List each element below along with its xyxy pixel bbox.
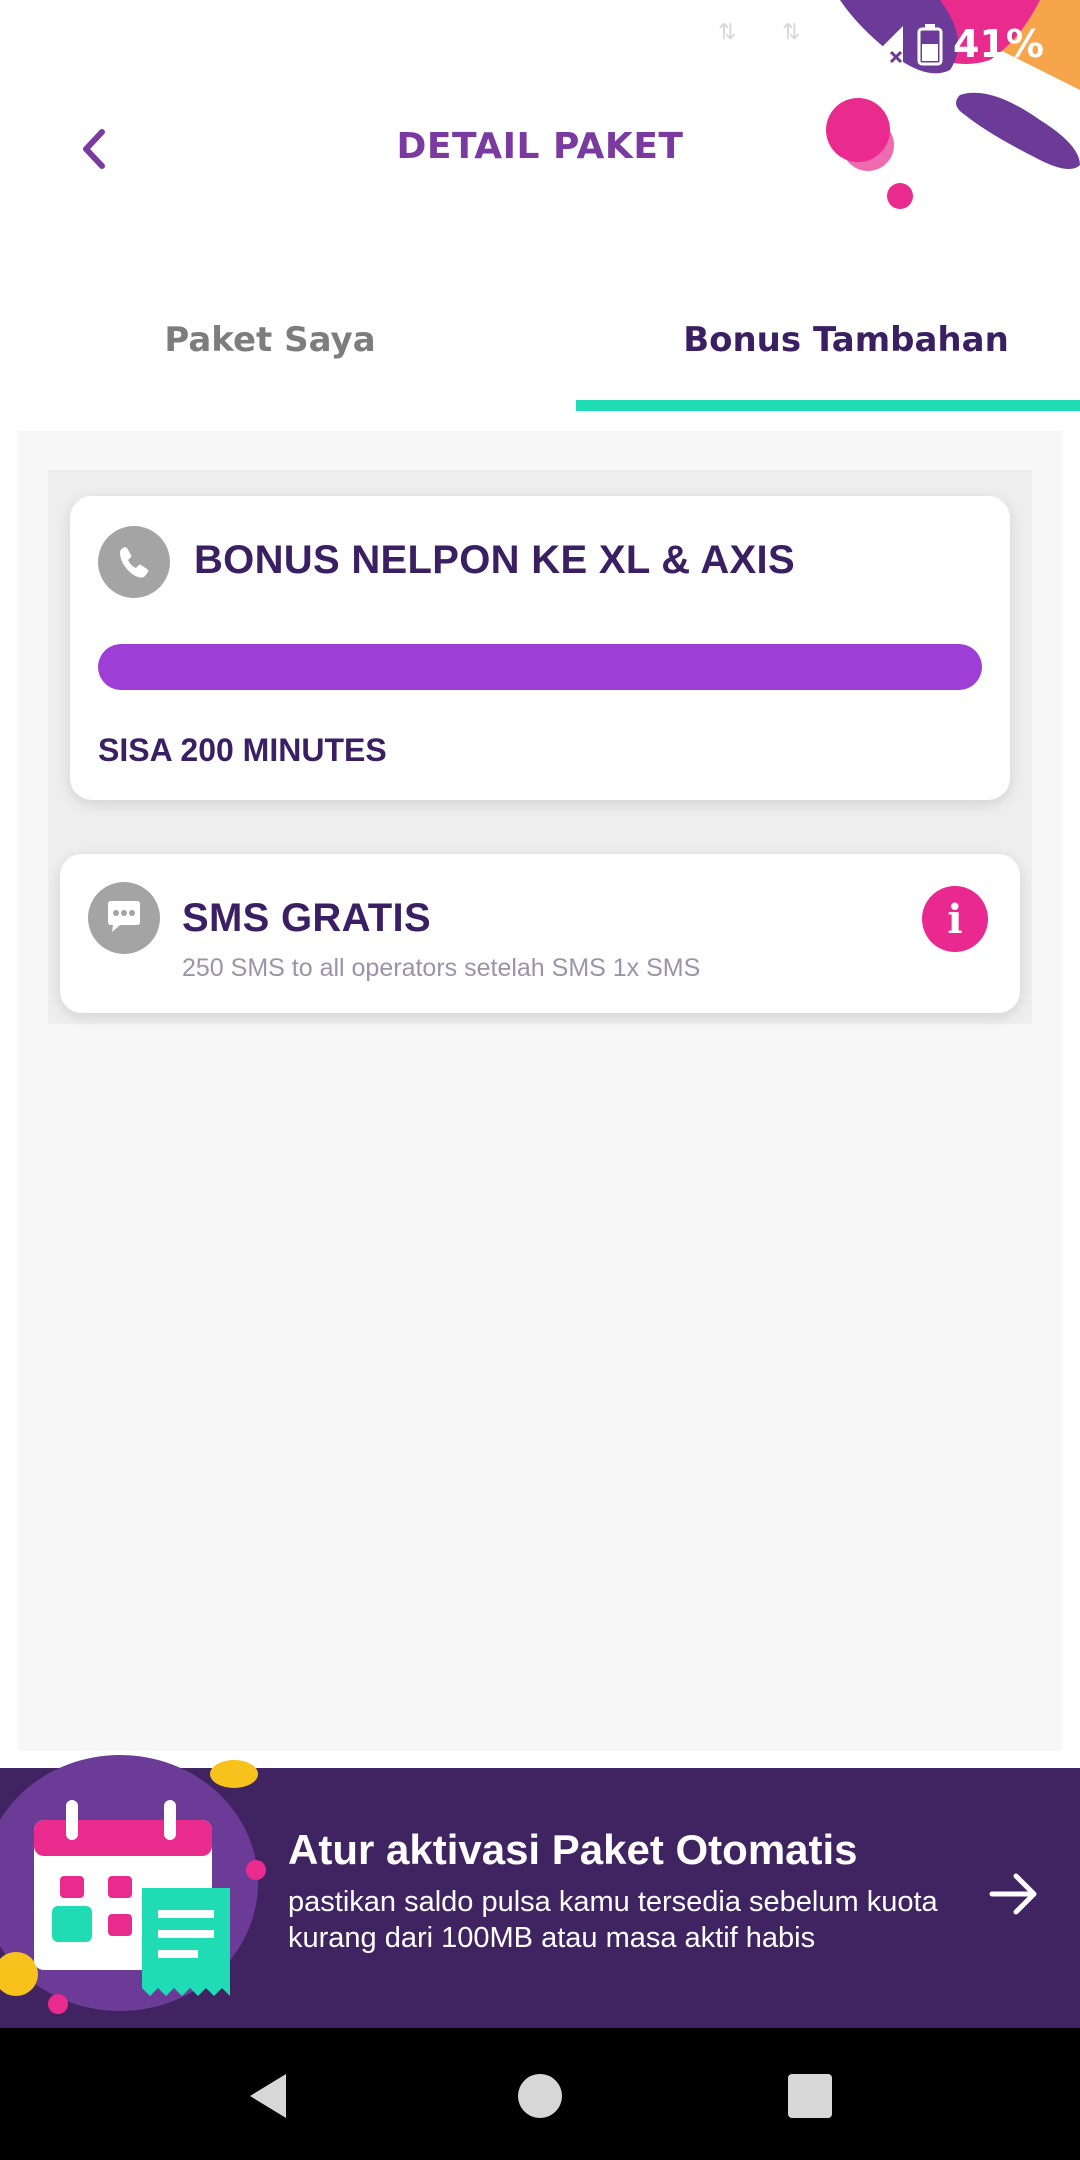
data-arrows-icon: ⇅ — [718, 20, 737, 45]
bonus-sms-card[interactable]: SMS GRATIS 250 SMS to all operators sete… — [60, 854, 1020, 1013]
signal-icon — [867, 26, 904, 64]
bonus-call-card[interactable]: BONUS NELPON KE XL & AXIS SISA 200 MINUT… — [70, 496, 1010, 800]
square-recents-icon — [788, 2074, 832, 2118]
quota-progress-fill — [98, 644, 982, 690]
page-title: DETAIL PAKET — [396, 126, 684, 167]
bonus-sms-title: SMS GRATIS — [182, 896, 431, 940]
nav-recents-button[interactable] — [778, 2064, 842, 2128]
bonus-call-title: BONUS NELPON KE XL & AXIS — [194, 538, 795, 582]
nav-back-button[interactable] — [236, 2064, 300, 2128]
info-button[interactable]: i — [922, 886, 988, 952]
tab-bar: Paket Saya Bonus Tambahan — [0, 290, 1080, 410]
info-icon: i — [947, 895, 963, 943]
circle-home-icon — [518, 2074, 562, 2118]
bonus-sms-description: 250 SMS to all operators setelah SMS 1x … — [182, 954, 701, 982]
system-navigation-bar — [0, 2028, 1080, 2160]
triangle-back-icon — [250, 2074, 286, 2118]
quota-progress-bar — [98, 644, 982, 690]
app-header: DETAIL PAKET — [0, 86, 1080, 216]
battery-percentage: 41% — [953, 22, 1044, 66]
chat-bubble-icon — [88, 882, 160, 954]
tab-paket-saya[interactable]: Paket Saya — [0, 290, 540, 410]
arrow-right-icon — [989, 1873, 1037, 1915]
phone-icon — [98, 526, 170, 598]
banner-description: pastikan saldo pulsa kamu tersedia sebel… — [288, 1886, 938, 1954]
status-bar: ⇅ ⇅ 41% — [0, 0, 1080, 86]
remaining-quota-text: SISA 200 MINUTES — [98, 732, 387, 768]
nav-home-button[interactable] — [508, 2064, 572, 2128]
data-arrows-icon: ⇅ — [782, 20, 801, 45]
calendar-illustration — [0, 1755, 266, 2014]
battery-icon — [917, 24, 943, 66]
active-tab-indicator — [576, 400, 1080, 411]
signal-icon — [809, 22, 852, 64]
tab-bonus-tambahan[interactable]: Bonus Tambahan — [576, 290, 1080, 410]
banner-title: Atur aktivasi Paket Otomatis — [288, 1826, 858, 1873]
banner-arrow-button[interactable] — [974, 1854, 1054, 1934]
